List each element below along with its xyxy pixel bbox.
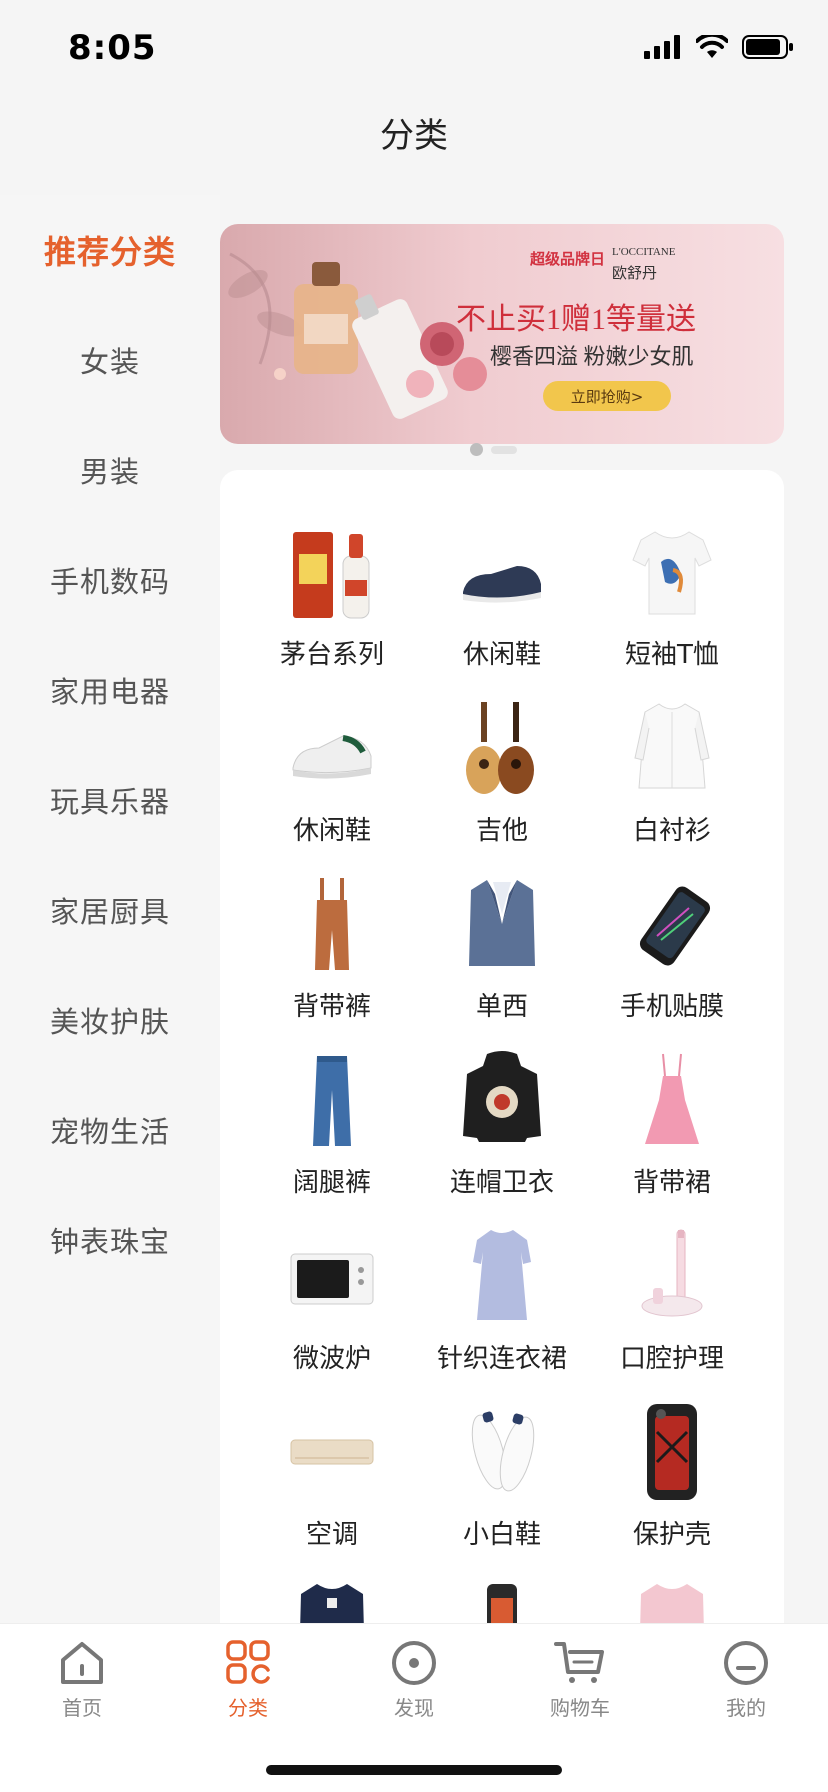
subcategory-label: 吉他 [475,816,528,846]
overalls-icon [282,874,382,974]
blazer-icon [452,874,552,974]
tab-discover[interactable]: 发现 [354,1640,474,1721]
subcategory-label: 阔腿裤 [292,1168,371,1198]
sidebar-item-home[interactable]: 家居厨具 [0,855,220,965]
tshirt-icon [622,522,722,622]
tab-home[interactable]: 首页 [22,1640,142,1721]
subcategory-item-air-conditioner[interactable]: 空调 [247,1402,417,1572]
subcategory-label: 背带裙 [632,1168,711,1198]
subcategory-label: 单西 [475,992,528,1022]
subcategory-item-wide-pants[interactable]: 阔腿裤 [247,1050,417,1220]
subcategory-label: 微波炉 [292,1344,371,1374]
sidebar-item-recommended[interactable]: 推荐分类 [0,195,220,305]
signal-icon [644,35,680,59]
subcategory-item-screen-protector[interactable]: 手机贴膜 [587,874,757,1044]
shirt-icon [622,698,722,798]
sidebar-item-pets[interactable]: 宠物生活 [0,1075,220,1185]
subcategory-label: 背带裤 [292,992,371,1022]
wifi-icon [696,35,728,58]
subcategory-label: 保护壳 [632,1520,711,1550]
home-icon [61,1642,103,1684]
subcategory-item-white-shirt[interactable]: 白衬衫 [587,698,757,868]
banner-dot-active [470,443,483,456]
phone-case-icon [622,1402,722,1502]
dress-icon [622,1050,722,1150]
tab-category[interactable]: 分类 [188,1640,308,1721]
guitar-icon [452,698,552,798]
status-time: 8:05 [68,28,157,68]
subcategory-label: 手机贴膜 [619,992,724,1022]
subcategory-label: 口腔护理 [619,1344,724,1374]
subcategory-label: 小白鞋 [462,1520,541,1550]
subcategory-label: 茅台系列 [279,640,384,670]
subcategory-grid: 茅台系列 休闲鞋 短袖T恤 休闲鞋 吉他 白衬衫 背带裤 单西 手机贴膜 阔腿裤… [220,470,784,1670]
status-bar: 8:05 [0,0,828,100]
status-icons [644,34,794,60]
hoodie-icon [452,1050,552,1150]
tab-label: 分类 [228,1696,268,1720]
discover-icon [392,1641,436,1685]
subcategory-item-moutai[interactable]: 茅台系列 [247,522,417,692]
tab-profile[interactable]: 我的 [686,1640,806,1721]
white-shoe-icon [452,1402,552,1502]
subcategory-item-strap-dress[interactable]: 背带裙 [587,1050,757,1220]
subcategory-label: 空调 [305,1520,358,1550]
promo-banner[interactable]: 超级品牌日 L'OCCITANE 欧舒丹 不止买1赠1等量送 樱香四溢 粉嫩少女… [220,224,784,444]
subcategory-item-knit-dress[interactable]: 针织连衣裙 [417,1226,587,1396]
banner-brand-cn: 欧舒丹 [612,266,658,282]
page-title: 分类 [380,116,448,156]
tab-cart[interactable]: 购物车 [520,1640,640,1721]
sneaker-icon [282,698,382,798]
tab-label: 首页 [62,1696,102,1720]
subcategory-item-casual-shoes-2[interactable]: 休闲鞋 [247,698,417,868]
pants-icon [282,1050,382,1150]
banner-cta-button[interactable]: 立即抢购> [543,381,671,411]
banner-campaign-logo: 超级品牌日 [530,250,606,268]
knit-dress-icon [452,1226,552,1326]
subcategory-label: 白衬衫 [632,816,711,846]
microwave-icon [282,1226,382,1326]
battery-icon [742,35,793,59]
tab-label: 我的 [726,1696,766,1720]
sidebar-item-men[interactable]: 男装 [0,415,220,525]
category-sidebar: 推荐分类 女装 男装 手机数码 家用电器 玩具乐器 家居厨具 美妆护肤 宠物生活… [0,195,220,1623]
subcategory-label: 休闲鞋 [292,816,371,846]
sidebar-item-watches[interactable]: 钟表珠宝 [0,1185,220,1295]
sidebar-item-digital[interactable]: 手机数码 [0,525,220,635]
subcategory-label: 针织连衣裙 [436,1344,567,1374]
banner-subline: 樱香四溢 粉嫩少女肌 [490,344,694,369]
home-indicator [266,1765,562,1775]
subcategory-item-oral-care[interactable]: 口腔护理 [587,1226,757,1396]
toothbrush-icon [622,1226,722,1326]
subcategory-label: 休闲鞋 [462,640,541,670]
subcategory-item-tshirt[interactable]: 短袖T恤 [587,522,757,692]
sidebar-item-women[interactable]: 女装 [0,305,220,415]
subcategory-item-microwave[interactable]: 微波炉 [247,1226,417,1396]
subcategory-label: 短袖T恤 [625,640,719,670]
category-icon [226,1640,270,1684]
subcategory-item-phone-case[interactable]: 保护壳 [587,1402,757,1572]
banner-dot [491,445,517,454]
banner-pagination [470,443,517,456]
subcategory-item-guitar[interactable]: 吉他 [417,698,587,868]
subcategory-item-blazer[interactable]: 单西 [417,874,587,1044]
sidebar-item-toys[interactable]: 玩具乐器 [0,745,220,855]
subcategory-item-casual-shoes[interactable]: 休闲鞋 [417,522,587,692]
banner-headline: 不止买1赠1等量送 [456,303,696,336]
subcategory-item-white-shoes[interactable]: 小白鞋 [417,1402,587,1572]
subcategory-item-hoodie[interactable]: 连帽卫衣 [417,1050,587,1220]
subcategory-item-overalls[interactable]: 背带裤 [247,874,417,1044]
cart-icon [554,1642,604,1683]
banner-brand-en: L'OCCITANE [612,246,676,258]
tab-label: 购物车 [550,1696,610,1720]
air-conditioner-icon [282,1402,382,1502]
profile-icon [724,1641,768,1685]
sidebar-item-beauty[interactable]: 美妆护肤 [0,965,220,1075]
liquor-icon [282,522,382,622]
tab-label: 发现 [394,1696,434,1720]
subcategory-label: 连帽卫衣 [449,1168,554,1198]
sidebar-item-appliances[interactable]: 家用电器 [0,635,220,745]
shoe-icon [452,522,552,622]
screen-protector-icon [622,874,722,974]
